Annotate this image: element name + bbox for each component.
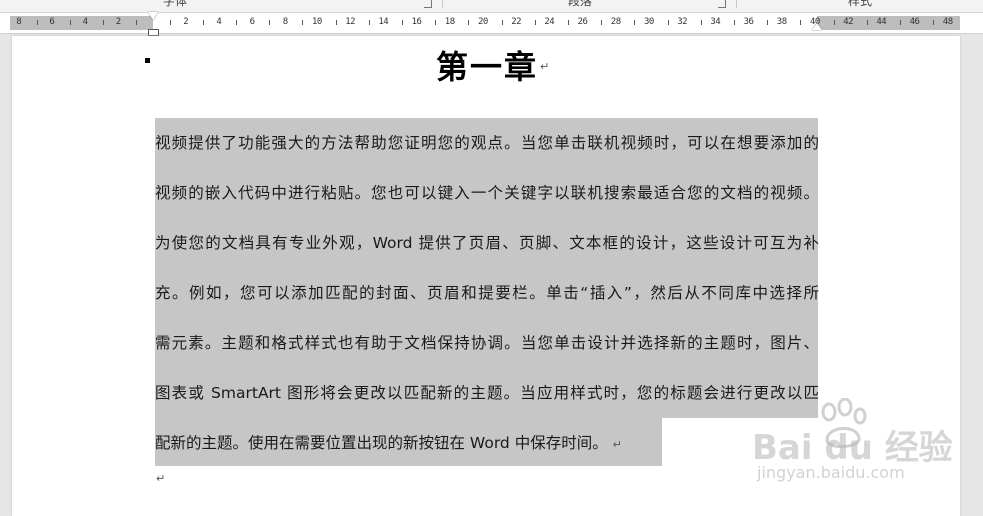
ruler-number: 34 [710, 17, 721, 27]
right-indent-marker[interactable] [812, 23, 822, 30]
paragraph-line: 视频的嵌入代码中进行粘贴。您也可以键入一个关键字以联机搜索最适合您的文档的视频。 [155, 184, 819, 202]
ruler-tick [202, 20, 204, 25]
paragraph-mark: ↵ [540, 60, 550, 73]
ruler-number: 24 [544, 17, 555, 27]
ruler-tick [534, 20, 536, 25]
styles-group-label: 样式 [848, 0, 873, 8]
paragraph-line: 图表或 SmartArt 图形将会更改以匹配新的主题。当应用样式时，您的标题会进… [155, 384, 819, 402]
ruler-tick [269, 20, 271, 25]
group-separator [442, 0, 443, 8]
ruler-tick [833, 20, 835, 25]
watermark-url: jingyan.baidu.com [757, 463, 905, 482]
ruler-tick [103, 20, 105, 25]
ruler-tick [634, 20, 636, 25]
ruler-number: 16 [411, 17, 422, 27]
chapter-heading[interactable]: 第一章 [436, 42, 538, 88]
paragraph-group-label: 段落 [568, 0, 593, 8]
ruler-number: 30 [644, 17, 654, 27]
paragraph-line: 需元素。主题和格式样式也有助于文档保持协调。当您单击设计并选择新的主题时，图片、 [155, 334, 819, 352]
left-indent-marker[interactable] [148, 29, 159, 36]
first-line-indent-marker[interactable] [148, 12, 158, 20]
ruler-number: 44 [876, 17, 887, 27]
paragraph-dialog-launcher-icon[interactable] [718, 0, 726, 8]
ruler-tick [435, 20, 437, 25]
ruler-number: 28 [610, 17, 621, 27]
paragraph-line-text: 配新的主题。使用在需要位置出现的新按钮在 Word 中保存时间。 [155, 434, 608, 452]
ruler-number: 36 [743, 17, 754, 27]
paragraph-format-mark [145, 58, 150, 63]
group-separator [736, 0, 737, 8]
paragraph-line: 充。例如，您可以添加匹配的封面、页眉和提要栏。单击“插入”，然后从不同库中选择所 [155, 284, 819, 302]
ruler-tick [70, 20, 71, 25]
ruler-number: 48 [942, 17, 953, 27]
font-dialog-launcher-icon[interactable] [424, 0, 432, 8]
ruler-number: 10 [312, 17, 322, 27]
baidu-watermark-logo: Bai du 经验 [752, 428, 953, 468]
ruler-tick [800, 20, 802, 25]
ruler-number: 12 [345, 17, 356, 27]
ruler-tick [568, 20, 569, 25]
ruler-number: 6 [249, 17, 255, 27]
ruler-tick [136, 20, 138, 25]
ruler-number: 26 [577, 17, 588, 27]
ruler-tick [236, 20, 237, 25]
ruler-tick [667, 20, 669, 25]
ruler-tick [933, 20, 935, 25]
paragraph-mark: ↵ [612, 438, 622, 451]
ruler-tick [335, 20, 337, 25]
paragraph-line: 为使您的文档具有专业外观，Word 提供了页眉、页脚、文本框的设计，这些设计可互… [155, 234, 819, 252]
ruler-tick [169, 20, 171, 25]
ruler-tick [36, 20, 38, 25]
ruler-number: 20 [478, 17, 488, 27]
ruler-tick [402, 20, 403, 25]
ruler-number: 4 [82, 17, 88, 27]
ruler-number: 32 [677, 17, 688, 27]
ruler-tick [302, 20, 304, 25]
horizontal-ruler[interactable]: 8 6 4 2 2 4 6 8 10 12 14 16 18 20 22 24 26 28 30 32 34 36 38 40… [0, 12, 983, 36]
ruler-number: 8 [282, 17, 288, 27]
ruler-tick [368, 20, 370, 25]
ruler-number: 18 [444, 17, 455, 27]
ruler-number: 4 [216, 17, 222, 27]
ruler-number: 46 [909, 17, 920, 27]
ruler-tick [767, 20, 769, 25]
ruler-tick [501, 20, 503, 25]
font-group-label: 字体 [163, 0, 188, 8]
paragraph-line: 视频提供了功能强大的方法帮助您证明您的观点。当您单击联机视频时，可以在想要添加的 [155, 134, 819, 152]
ruler-number: 6 [49, 17, 55, 27]
ruler-tick [866, 20, 868, 25]
ruler-tick [700, 20, 702, 25]
ruler-number: 2 [183, 17, 189, 27]
ruler-number: 8 [16, 17, 22, 27]
ruler-number: 22 [511, 17, 522, 27]
ruler-tick [734, 20, 735, 25]
ruler-number: 38 [776, 17, 787, 27]
ruler-tick [468, 20, 470, 25]
paragraph-line: 配新的主题。使用在需要位置出现的新按钮在 Word 中保存时间。 ↵ [155, 418, 819, 468]
ruler-tick [601, 20, 603, 25]
body-paragraph[interactable]: 视频提供了功能强大的方法帮助您证明您的观点。当您单击联机视频时，可以在想要添加的… [155, 118, 819, 468]
empty-paragraph-mark: ↵ [156, 472, 166, 485]
ruler-tick [900, 20, 901, 25]
ruler-number: 42 [843, 17, 854, 27]
ruler-number: 2 [115, 17, 121, 27]
ruler-number: 14 [378, 17, 389, 27]
